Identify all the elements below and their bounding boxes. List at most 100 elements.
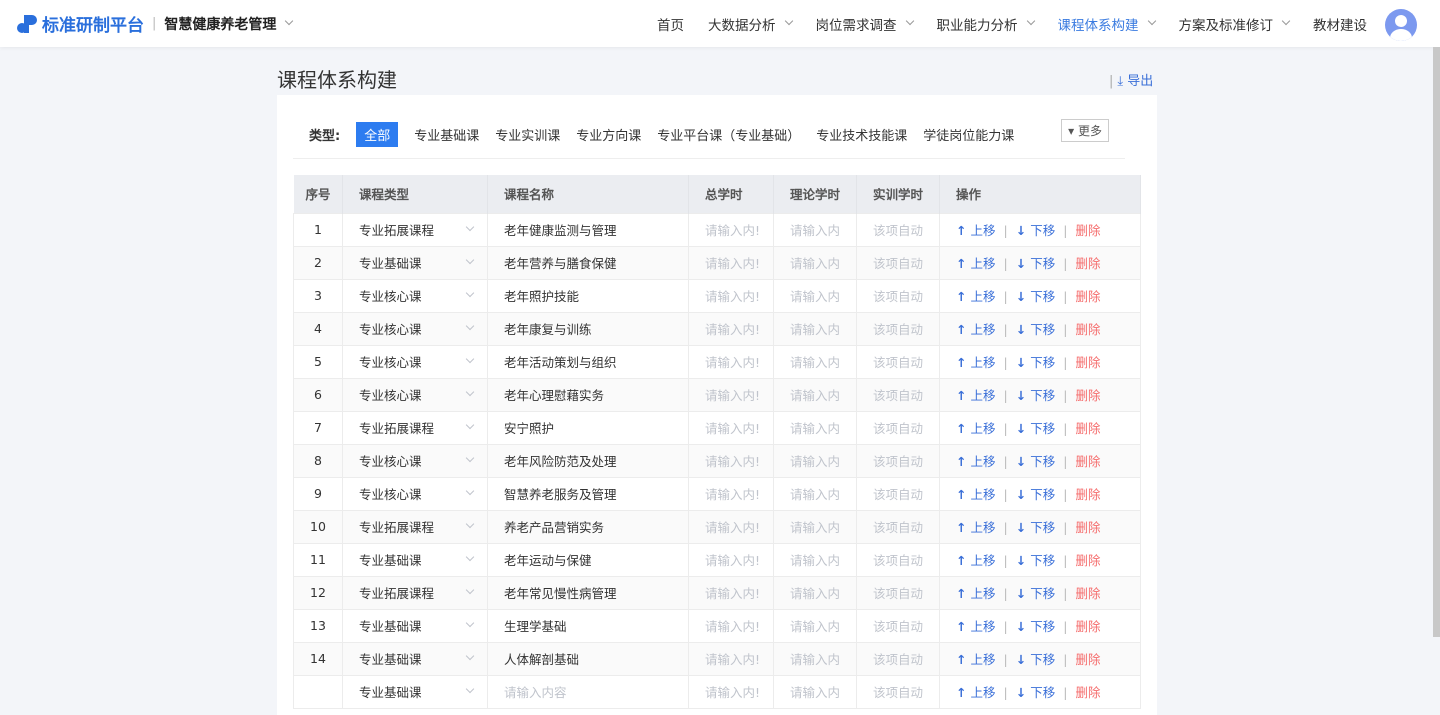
course-name[interactable]: 安宁照护 bbox=[504, 421, 554, 436]
course-type-select[interactable]: 专业基础课 bbox=[342, 245, 488, 280]
nav-item[interactable]: 岗位需求调查 bbox=[816, 14, 914, 34]
course-type-select[interactable]: 专业基础课 bbox=[342, 542, 488, 577]
move-up-button[interactable]: ↑ 上移 bbox=[956, 388, 996, 403]
filter-item[interactable]: 专业平台课（专业基础） bbox=[657, 125, 800, 144]
move-up-button[interactable]: ↑ 上移 bbox=[956, 421, 996, 436]
move-up-button[interactable]: ↑ 上移 bbox=[956, 553, 996, 568]
course-name[interactable]: 老年康复与训练 bbox=[504, 322, 592, 337]
nav-item[interactable]: 职业能力分析 bbox=[937, 14, 1035, 34]
course-name[interactable]: 老年运动与保健 bbox=[504, 553, 592, 568]
delete-button[interactable]: 删除 bbox=[1075, 421, 1100, 436]
move-down-button[interactable]: ↓ 下移 bbox=[1016, 685, 1056, 700]
move-down-button[interactable]: ↓ 下移 bbox=[1016, 586, 1056, 601]
nav-item[interactable]: 方案及标准修订 bbox=[1179, 14, 1291, 34]
move-down-button[interactable]: ↓ 下移 bbox=[1016, 355, 1056, 370]
move-down-button[interactable]: ↓ 下移 bbox=[1016, 652, 1056, 667]
move-down-button[interactable]: ↓ 下移 bbox=[1016, 454, 1056, 469]
course-name-cell[interactable]: 请输入内容 bbox=[487, 674, 689, 709]
theory-hours-input[interactable]: 请输入内 bbox=[773, 476, 857, 511]
course-name-cell[interactable]: 老年康复与训练 bbox=[487, 311, 689, 346]
course-name[interactable]: 老年营养与膳食保健 bbox=[504, 256, 617, 271]
theory-hours-input[interactable]: 请输入内 bbox=[773, 410, 857, 445]
course-name[interactable]: 老年活动策划与组织 bbox=[504, 355, 617, 370]
total-hours-input[interactable]: 请输入内! bbox=[688, 278, 774, 313]
move-up-button[interactable]: ↑ 上移 bbox=[956, 322, 996, 337]
filter-item[interactable]: 专业技术技能课 bbox=[816, 125, 907, 144]
nav-item[interactable]: 首页 bbox=[657, 14, 684, 34]
course-type-select[interactable]: 专业拓展课程 bbox=[342, 212, 488, 247]
move-down-button[interactable]: ↓ 下移 bbox=[1016, 553, 1056, 568]
course-name-cell[interactable]: 养老产品营销实务 bbox=[487, 509, 689, 544]
theory-hours-input[interactable]: 请输入内 bbox=[773, 674, 857, 709]
theory-hours-input[interactable]: 请输入内 bbox=[773, 542, 857, 577]
more-button[interactable]: ▾ 更多 bbox=[1061, 119, 1109, 142]
filter-item[interactable]: 专业方向课 bbox=[576, 125, 641, 144]
move-up-button[interactable]: ↑ 上移 bbox=[956, 487, 996, 502]
course-name-cell[interactable]: 老年健康监测与管理 bbox=[487, 212, 689, 247]
move-up-button[interactable]: ↑ 上移 bbox=[956, 685, 996, 700]
course-type-select[interactable]: 专业基础课 bbox=[342, 641, 488, 676]
move-down-button[interactable]: ↓ 下移 bbox=[1016, 223, 1056, 238]
theory-hours-input[interactable]: 请输入内 bbox=[773, 344, 857, 379]
course-name-cell[interactable]: 智慧养老服务及管理 bbox=[487, 476, 689, 511]
delete-button[interactable]: 删除 bbox=[1075, 256, 1100, 271]
move-down-button[interactable]: ↓ 下移 bbox=[1016, 619, 1056, 634]
total-hours-input[interactable]: 请输入内! bbox=[688, 344, 774, 379]
theory-hours-input[interactable]: 请输入内 bbox=[773, 245, 857, 280]
theory-hours-input[interactable]: 请输入内 bbox=[773, 641, 857, 676]
move-down-button[interactable]: ↓ 下移 bbox=[1016, 322, 1056, 337]
course-name-cell[interactable]: 安宁照护 bbox=[487, 410, 689, 445]
total-hours-input[interactable]: 请输入内! bbox=[688, 311, 774, 346]
course-name-input[interactable]: 请输入内容 bbox=[504, 685, 567, 700]
nav-item[interactable]: 课程体系构建 bbox=[1058, 14, 1156, 34]
move-up-button[interactable]: ↑ 上移 bbox=[956, 256, 996, 271]
theory-hours-input[interactable]: 请输入内 bbox=[773, 278, 857, 313]
export-button[interactable]: | ⤓ 导出 bbox=[1109, 70, 1153, 89]
total-hours-input[interactable]: 请输入内! bbox=[688, 476, 774, 511]
delete-button[interactable]: 删除 bbox=[1075, 355, 1100, 370]
filter-item[interactable]: 学徒岗位能力课 bbox=[923, 125, 1014, 144]
move-down-button[interactable]: ↓ 下移 bbox=[1016, 388, 1056, 403]
delete-button[interactable]: 删除 bbox=[1075, 223, 1100, 238]
delete-button[interactable]: 删除 bbox=[1075, 652, 1100, 667]
chevron-down-icon[interactable] bbox=[285, 16, 294, 25]
theory-hours-input[interactable]: 请输入内 bbox=[773, 443, 857, 478]
course-type-select[interactable]: 专业核心课 bbox=[342, 377, 488, 412]
course-name[interactable]: 老年健康监测与管理 bbox=[504, 223, 617, 238]
course-name-cell[interactable]: 生理学基础 bbox=[487, 608, 689, 643]
total-hours-input[interactable]: 请输入内! bbox=[688, 245, 774, 280]
total-hours-input[interactable]: 请输入内! bbox=[688, 641, 774, 676]
course-name[interactable]: 人体解剖基础 bbox=[504, 652, 579, 667]
course-name[interactable]: 老年心理慰藉实务 bbox=[504, 388, 604, 403]
delete-button[interactable]: 删除 bbox=[1075, 586, 1100, 601]
course-type-select[interactable]: 专业核心课 bbox=[342, 311, 488, 346]
course-type-select[interactable]: 专业核心课 bbox=[342, 443, 488, 478]
filter-item[interactable]: 全部 bbox=[356, 122, 399, 147]
total-hours-input[interactable]: 请输入内! bbox=[688, 443, 774, 478]
move-up-button[interactable]: ↑ 上移 bbox=[956, 289, 996, 304]
nav-item[interactable]: 大数据分析 bbox=[708, 14, 793, 34]
course-name[interactable]: 老年风险防范及处理 bbox=[504, 454, 617, 469]
course-name-cell[interactable]: 人体解剖基础 bbox=[487, 641, 689, 676]
course-type-select[interactable]: 专业核心课 bbox=[342, 278, 488, 313]
delete-button[interactable]: 删除 bbox=[1075, 619, 1100, 634]
delete-button[interactable]: 删除 bbox=[1075, 289, 1100, 304]
course-type-select[interactable]: 专业拓展课程 bbox=[342, 410, 488, 445]
delete-button[interactable]: 删除 bbox=[1075, 322, 1100, 337]
scrollbar[interactable] bbox=[1433, 47, 1440, 637]
move-down-button[interactable]: ↓ 下移 bbox=[1016, 289, 1056, 304]
total-hours-input[interactable]: 请输入内! bbox=[688, 377, 774, 412]
move-down-button[interactable]: ↓ 下移 bbox=[1016, 421, 1056, 436]
total-hours-input[interactable]: 请输入内! bbox=[688, 608, 774, 643]
course-type-select[interactable]: 专业核心课 bbox=[342, 344, 488, 379]
total-hours-input[interactable]: 请输入内! bbox=[688, 542, 774, 577]
delete-button[interactable]: 删除 bbox=[1075, 388, 1100, 403]
total-hours-input[interactable]: 请输入内! bbox=[688, 674, 774, 709]
delete-button[interactable]: 删除 bbox=[1075, 520, 1100, 535]
total-hours-input[interactable]: 请输入内! bbox=[688, 212, 774, 247]
theory-hours-input[interactable]: 请输入内 bbox=[773, 377, 857, 412]
total-hours-input[interactable]: 请输入内! bbox=[688, 575, 774, 610]
course-name[interactable]: 生理学基础 bbox=[504, 619, 567, 634]
course-name-cell[interactable]: 老年风险防范及处理 bbox=[487, 443, 689, 478]
course-name[interactable]: 老年常见慢性病管理 bbox=[504, 586, 617, 601]
